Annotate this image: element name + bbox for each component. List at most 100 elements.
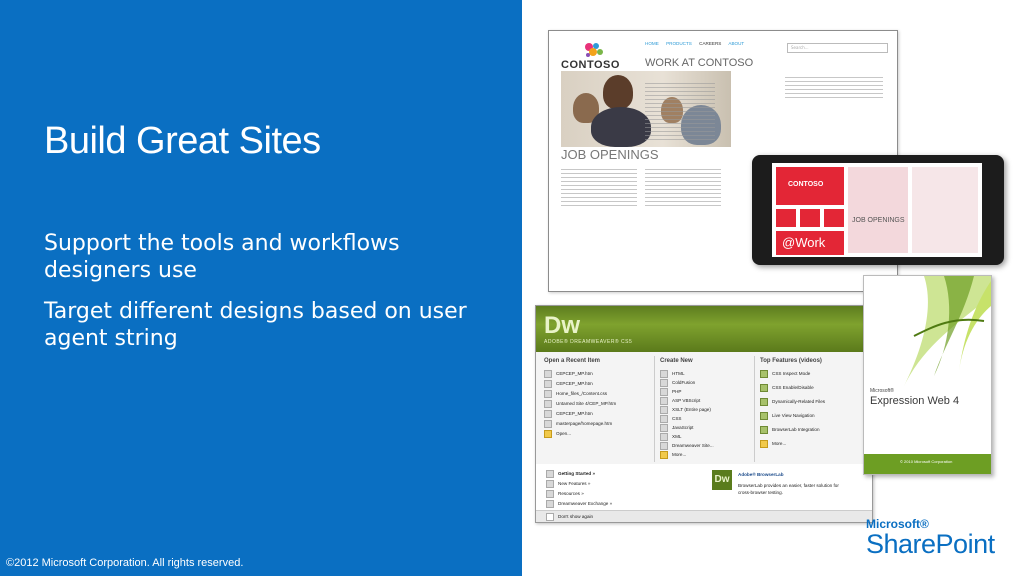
text-block bbox=[645, 169, 721, 209]
contoso-logo-icon bbox=[585, 43, 603, 57]
video-icon bbox=[760, 412, 768, 420]
video-icon bbox=[760, 426, 768, 434]
dw-header: Dw ADOBE® DREAMWEAVER® CS5 bbox=[536, 306, 872, 352]
dw-col-features: Top Features (videos) bbox=[760, 358, 822, 364]
phone-logo: CONTOSO bbox=[788, 181, 824, 188]
phone-tile bbox=[776, 209, 796, 227]
file-icon bbox=[544, 390, 552, 398]
contoso-search[interactable]: Search... bbox=[787, 43, 888, 53]
phone-screen: CONTOSO @Work JOB OPENINGS bbox=[772, 163, 982, 257]
recent-item[interactable]: Untamed Site 4/CEP_MP.htm bbox=[544, 400, 616, 408]
link-resources[interactable]: Resources » bbox=[546, 490, 584, 498]
nav-home[interactable]: HOME bbox=[645, 41, 659, 46]
recent-item[interactable]: CEPCEP_MP.htm bbox=[544, 370, 593, 378]
phone-panel bbox=[912, 167, 978, 253]
link-exchange[interactable]: Dreamweaver Exchange » bbox=[546, 500, 612, 508]
slide-title: Build Great Sites bbox=[44, 120, 321, 162]
dreamweaver-welcome-image: Dw ADOBE® DREAMWEAVER® CS5 Open a Recent… bbox=[535, 305, 873, 523]
feature-more[interactable]: More... bbox=[760, 440, 786, 448]
feature-item[interactable]: BrowserLab Integration bbox=[760, 426, 820, 434]
divider bbox=[654, 356, 655, 462]
recent-item[interactable]: masterpage/homepage.htm bbox=[544, 420, 612, 428]
create-item[interactable]: XML bbox=[660, 433, 681, 441]
recent-open[interactable]: Open... bbox=[544, 430, 571, 438]
feature-item[interactable]: CSS Inspect Mode bbox=[760, 370, 810, 378]
video-icon bbox=[760, 398, 768, 406]
file-icon bbox=[660, 415, 668, 423]
create-item[interactable]: XSLT (Entire page) bbox=[660, 406, 711, 414]
create-item[interactable]: ASP VBScript bbox=[660, 397, 700, 405]
file-icon bbox=[660, 388, 668, 396]
link-getting-started[interactable]: Getting Started » bbox=[546, 470, 595, 478]
leaf-graphic-icon bbox=[904, 276, 991, 386]
doc-icon bbox=[546, 490, 554, 498]
sharepoint-label: SharePoint bbox=[866, 529, 995, 559]
browserlab-text: BrowserLab provides an easier, faster so… bbox=[738, 483, 839, 495]
file-icon bbox=[544, 370, 552, 378]
dw-col-create: Create New bbox=[660, 358, 693, 364]
nav-products[interactable]: PRODUCTS bbox=[666, 41, 692, 46]
expression-web-box-image: Microsoft® Expression Web 4 © 2010 Micro… bbox=[863, 275, 992, 475]
phone-image: CONTOSO @Work JOB OPENINGS bbox=[752, 155, 1004, 265]
text-block bbox=[785, 77, 883, 101]
sharepoint-logo: Microsoft® SharePoint bbox=[866, 518, 995, 558]
nav-careers[interactable]: CAREERS bbox=[699, 41, 721, 46]
create-item[interactable]: Dreamweaver Site... bbox=[660, 442, 714, 450]
dw-product-name: ADOBE® DREAMWEAVER® CS5 bbox=[544, 339, 633, 345]
copyright-text: ©2012 Microsoft Corporation. All rights … bbox=[6, 557, 244, 569]
nav-about[interactable]: ABOUT bbox=[728, 41, 744, 46]
create-item[interactable]: CSS bbox=[660, 415, 681, 423]
feature-item[interactable]: CSS Enable/Disable bbox=[760, 384, 814, 392]
file-icon bbox=[660, 424, 668, 432]
recent-item[interactable]: CEPCEP_MP.htm bbox=[544, 410, 593, 418]
contoso-nav: HOME PRODUCTS CAREERS ABOUT bbox=[645, 41, 750, 46]
text-block bbox=[561, 169, 637, 209]
file-icon bbox=[660, 433, 668, 441]
file-icon bbox=[660, 370, 668, 378]
divider bbox=[754, 356, 755, 462]
doc-icon bbox=[546, 500, 554, 508]
file-icon bbox=[544, 400, 552, 408]
file-icon bbox=[660, 379, 668, 387]
file-icon bbox=[544, 410, 552, 418]
recent-item[interactable]: Home_files_/Content.css bbox=[544, 390, 607, 398]
create-item[interactable]: ColdFusion bbox=[660, 379, 695, 387]
file-icon bbox=[544, 420, 552, 428]
phone-tile bbox=[800, 209, 820, 227]
phone-tile bbox=[824, 209, 844, 227]
feature-item[interactable]: Live View Navigation bbox=[760, 412, 815, 420]
dont-show-checkbox[interactable]: Don't show again bbox=[546, 513, 593, 521]
site-icon bbox=[660, 442, 668, 450]
folder-icon bbox=[544, 430, 552, 438]
folder-icon bbox=[660, 451, 668, 459]
browserlab-title[interactable]: Adobe® BrowserLab bbox=[738, 472, 784, 477]
ew-company: Microsoft® bbox=[870, 388, 894, 394]
video-icon bbox=[760, 370, 768, 378]
ew-footer-text: © 2010 Microsoft Corporation bbox=[900, 459, 953, 464]
create-item[interactable]: PHP bbox=[660, 388, 681, 396]
blue-panel: Build Great Sites Support the tools and … bbox=[0, 0, 522, 576]
contoso-logo-text: CONTOSO bbox=[561, 59, 620, 71]
recent-item[interactable]: CEPCEP_MP.htm bbox=[544, 380, 593, 388]
bullet-2: Target different designs based on user a… bbox=[44, 299, 467, 351]
contoso-jobs-heading: JOB OPENINGS bbox=[561, 147, 659, 162]
create-more[interactable]: More... bbox=[660, 451, 686, 459]
phone-work-text: @Work bbox=[782, 235, 826, 250]
text-block bbox=[645, 83, 715, 143]
bullet-1: Support the tools and workflows designer… bbox=[44, 231, 400, 283]
phone-panel bbox=[848, 167, 908, 253]
file-icon bbox=[544, 380, 552, 388]
checkbox-icon bbox=[546, 513, 554, 521]
ew-footer-bar: © 2010 Microsoft Corporation bbox=[864, 454, 991, 474]
dw-col-recent: Open a Recent Item bbox=[544, 358, 601, 364]
file-icon bbox=[660, 397, 668, 405]
file-icon bbox=[660, 406, 668, 414]
dw-small-logo-icon: Dw bbox=[712, 470, 732, 490]
doc-icon bbox=[546, 480, 554, 488]
create-item[interactable]: JavaScript bbox=[660, 424, 693, 432]
create-item[interactable]: HTML bbox=[660, 370, 685, 378]
feature-item[interactable]: Dynamically-Related Files bbox=[760, 398, 825, 406]
link-new-features[interactable]: New Features » bbox=[546, 480, 590, 488]
ew-product: Expression Web 4 bbox=[870, 395, 960, 407]
folder-icon bbox=[760, 440, 768, 448]
